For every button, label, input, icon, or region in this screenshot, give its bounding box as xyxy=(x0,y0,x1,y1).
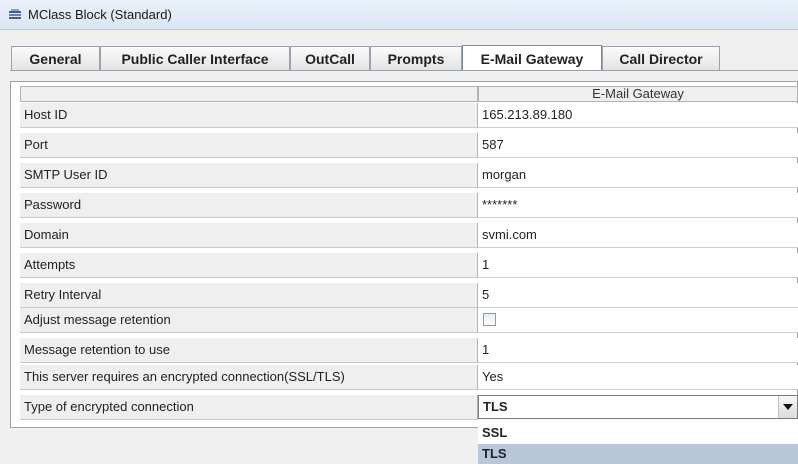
label-requires-encryption: This server requires an encrypted connec… xyxy=(20,365,478,390)
title-bar: MClass Block (Standard) xyxy=(0,0,798,30)
value-port[interactable]: 587 xyxy=(478,133,798,158)
table-row: Adjust message retention xyxy=(20,308,798,333)
tab-call-director[interactable]: Call Director xyxy=(602,46,720,70)
dropdown-option-ssl[interactable]: SSL xyxy=(478,423,798,443)
table-row: Password ******* xyxy=(20,193,798,218)
label-domain: Domain xyxy=(20,223,478,248)
value-host-id[interactable]: 165.213.89.180 xyxy=(478,103,798,128)
value-attempts[interactable]: 1 xyxy=(478,253,798,278)
tab-email-gateway[interactable]: E-Mail Gateway xyxy=(462,45,602,71)
dropdown-popup-list: SSL TLS xyxy=(478,419,798,464)
value-password[interactable]: ******* xyxy=(478,193,798,218)
label-smtp-user-id: SMTP User ID xyxy=(20,163,478,188)
table-header-property xyxy=(20,86,478,102)
table-row: Message retention to use 1 xyxy=(20,338,798,363)
chevron-down-icon xyxy=(783,404,793,410)
encryption-type-dropdown[interactable]: TLS xyxy=(478,395,798,419)
table-row: Host ID 165.213.89.180 xyxy=(20,103,798,128)
label-encryption-type: Type of encrypted connection xyxy=(20,395,478,420)
dropdown-selected-value: TLS xyxy=(483,399,508,414)
value-requires-encryption[interactable]: Yes xyxy=(478,365,798,390)
window-title: MClass Block (Standard) xyxy=(28,7,172,22)
value-smtp-user-id[interactable]: morgan xyxy=(478,163,798,188)
table-row: Domain svmi.com xyxy=(20,223,798,248)
dropdown-option-tls[interactable]: TLS xyxy=(478,444,798,464)
label-retry-interval: Retry Interval xyxy=(20,283,478,308)
value-adjust-message-retention xyxy=(478,308,798,333)
tab-prompts[interactable]: Prompts xyxy=(370,46,462,70)
value-retry-interval[interactable]: 5 xyxy=(478,283,798,308)
tab-outcall[interactable]: OutCall xyxy=(290,46,370,70)
value-domain[interactable]: svmi.com xyxy=(478,223,798,248)
dropdown-arrow-button[interactable] xyxy=(778,396,797,418)
tab-public-caller-interface[interactable]: Public Caller Interface xyxy=(100,46,290,70)
label-host-id: Host ID xyxy=(20,103,478,128)
label-message-retention: Message retention to use xyxy=(20,338,478,363)
app-icon xyxy=(9,9,21,19)
label-attempts: Attempts xyxy=(20,253,478,278)
table-row: Attempts 1 xyxy=(20,253,798,278)
label-adjust-message-retention: Adjust message retention xyxy=(20,308,478,333)
label-password: Password xyxy=(20,193,478,218)
label-port: Port xyxy=(20,133,478,158)
value-message-retention[interactable]: 1 xyxy=(478,338,798,363)
table-row: SMTP User ID morgan xyxy=(20,163,798,188)
table-row: This server requires an encrypted connec… xyxy=(20,365,798,390)
table-header-value: E-Mail Gateway xyxy=(478,86,798,102)
adjust-retention-checkbox[interactable] xyxy=(483,313,496,326)
table-row: Port 587 xyxy=(20,133,798,158)
tab-general[interactable]: General xyxy=(11,46,100,70)
table-row: Retry Interval 5 xyxy=(20,283,798,308)
